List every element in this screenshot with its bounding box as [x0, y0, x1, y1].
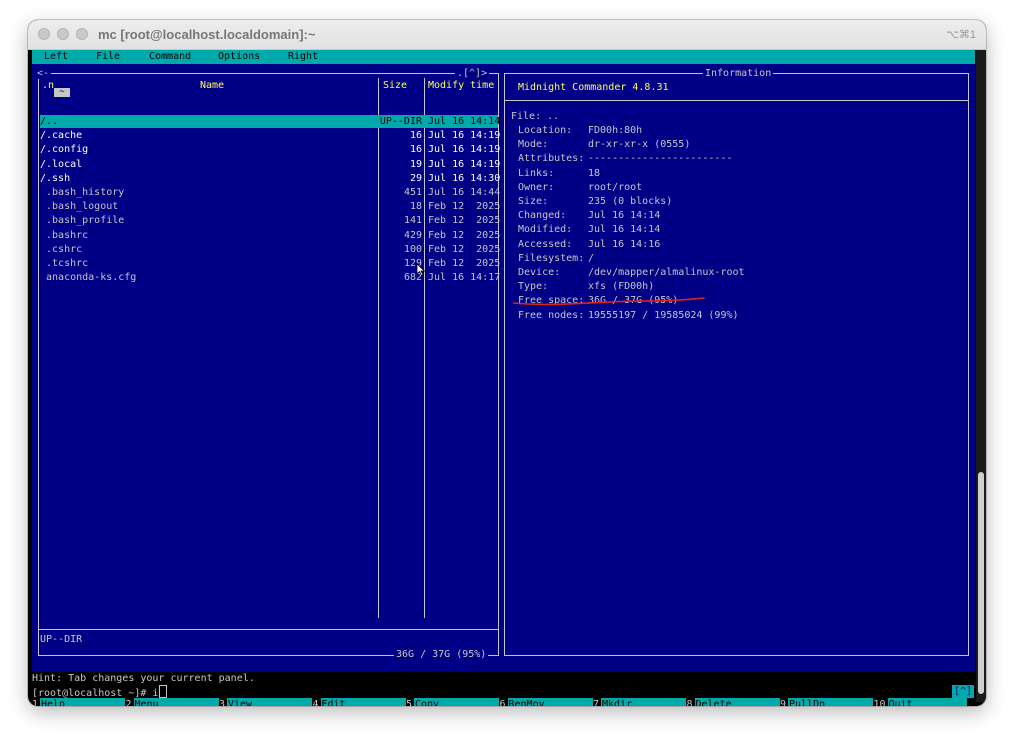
fkey-label: Mkdir	[601, 698, 686, 706]
terminal-scrollbar[interactable]	[976, 50, 986, 702]
fkey-mkdir[interactable]: 7 Mkdir	[593, 698, 686, 706]
fkey-label: Quit	[887, 698, 967, 706]
red-underline-annotation	[513, 297, 705, 306]
fkey-label: Copy	[414, 698, 499, 706]
fkey-menu[interactable]: 2 Menu	[126, 698, 219, 706]
prompt-history-button[interactable]: [^]	[952, 685, 974, 698]
fkey-label: PullDn	[788, 698, 873, 706]
window-title: mc [root@localhost.localdomain]:~	[98, 27, 316, 42]
function-key-bar: 1 Help 2 Menu 3 View 4 Edit 5 Copy 6 RenMov 7 Mkdir 8 D…	[32, 698, 975, 706]
minimize-window-button[interactable]	[57, 28, 69, 40]
fkey-label: View	[227, 698, 312, 706]
fkey-number: 1	[32, 699, 39, 706]
terminal-screen[interactable]: Left File Command Options Right <- ~ .[^…	[32, 50, 975, 706]
fkey-label: Edit	[320, 698, 406, 706]
fkey-number: 6	[499, 699, 506, 706]
fkey-number: 10	[873, 699, 886, 706]
fkey-number: 2	[125, 699, 132, 706]
fkey-label: Menu	[133, 698, 219, 706]
fkey-number: 8	[686, 699, 693, 706]
close-window-button[interactable]	[38, 28, 50, 40]
fkey-help[interactable]: 1 Help	[32, 698, 125, 706]
fkey-edit[interactable]: 4 Edit	[313, 698, 406, 706]
terminal-window: mc [root@localhost.localdomain]:~ ⌥⌘1 Le…	[28, 20, 986, 706]
fkey-delete[interactable]: 8 Delete	[687, 698, 780, 706]
hint-line: Hint: Tab changes your current panel.	[32, 673, 255, 684]
fkey-number: 3	[219, 699, 226, 706]
fkey-quit[interactable]: 10 Quit	[874, 698, 967, 706]
fkey-number: 4	[312, 699, 319, 706]
window-shortcut: ⌥⌘1	[946, 29, 976, 41]
fkey-label: RenMov	[507, 698, 593, 706]
fkey-number: 7	[593, 699, 600, 706]
fkey-label: Delete	[694, 698, 780, 706]
fkey-pulldn[interactable]: 9 PullDn	[780, 698, 873, 706]
text-cursor	[159, 685, 168, 698]
window-titlebar: mc [root@localhost.localdomain]:~ ⌥⌘1	[28, 20, 986, 50]
fkey-label: Help	[40, 698, 125, 706]
zoom-window-button[interactable]	[76, 28, 88, 40]
fkey-number: 5	[406, 699, 413, 706]
scrollbar-thumb[interactable]	[978, 472, 984, 694]
fkey-view[interactable]: 3 View	[219, 698, 312, 706]
fkey-number: 9	[780, 699, 787, 706]
fkey-copy[interactable]: 5 Copy	[406, 698, 499, 706]
fkey-renmov[interactable]: 6 RenMov	[500, 698, 593, 706]
mouse-pointer-icon	[416, 263, 426, 277]
